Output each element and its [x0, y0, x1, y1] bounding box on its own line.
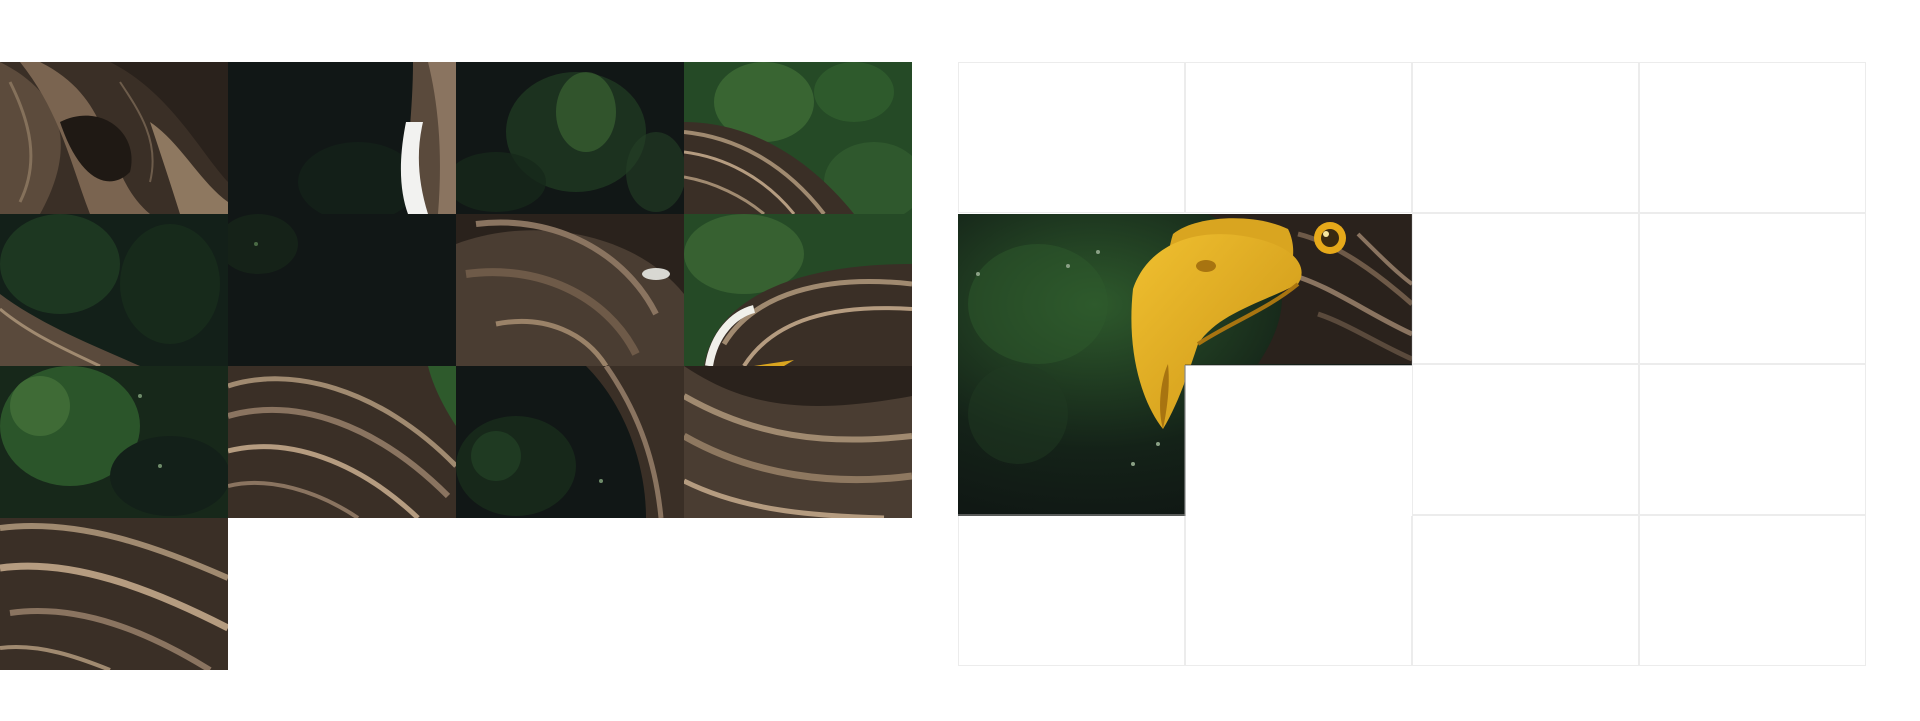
puzzle-piece-image	[456, 366, 684, 518]
puzzle-piece[interactable]	[228, 366, 456, 518]
board-slot[interactable]	[1412, 213, 1639, 364]
board-slot[interactable]	[1185, 515, 1412, 666]
puzzle-piece-image	[0, 62, 228, 214]
puzzle-piece-image	[684, 62, 912, 214]
jigsaw-puzzle-app	[0, 0, 1920, 721]
puzzle-piece[interactable]	[228, 214, 456, 366]
puzzle-piece[interactable]	[0, 518, 228, 670]
puzzle-piece-image	[0, 214, 228, 366]
puzzle-piece[interactable]	[456, 366, 684, 518]
board-slot[interactable]	[1639, 515, 1866, 666]
puzzle-piece[interactable]	[456, 214, 684, 366]
puzzle-piece-image	[228, 214, 456, 366]
puzzle-piece-image	[228, 62, 456, 214]
piece-tray	[0, 62, 912, 670]
puzzle-piece-image	[684, 214, 912, 366]
placed-eagle-head-pieces[interactable]	[958, 214, 1412, 516]
puzzle-piece[interactable]	[228, 62, 456, 214]
puzzle-piece-image	[228, 366, 456, 518]
puzzle-piece-image	[684, 366, 912, 518]
puzzle-piece-image	[456, 62, 684, 214]
board-slot[interactable]	[1185, 62, 1412, 213]
board-slot[interactable]	[1412, 364, 1639, 515]
puzzle-piece-image	[456, 214, 684, 366]
eagle-head-image	[958, 214, 1412, 516]
puzzle-board	[958, 62, 1866, 668]
puzzle-piece[interactable]	[684, 366, 912, 518]
puzzle-piece[interactable]	[0, 366, 228, 518]
puzzle-piece[interactable]	[684, 62, 912, 214]
puzzle-piece[interactable]	[0, 62, 228, 214]
puzzle-piece-image	[0, 518, 228, 670]
board-slot[interactable]	[1639, 364, 1866, 515]
puzzle-piece[interactable]	[684, 214, 912, 366]
board-slot[interactable]	[1412, 62, 1639, 213]
board-slot[interactable]	[1639, 213, 1866, 364]
board-slot[interactable]	[958, 62, 1185, 213]
board-slot[interactable]	[1639, 62, 1866, 213]
puzzle-piece[interactable]	[456, 62, 684, 214]
puzzle-piece[interactable]	[0, 214, 228, 366]
board-slot[interactable]	[958, 515, 1185, 666]
board-slot[interactable]	[1412, 515, 1639, 666]
puzzle-piece-image	[0, 366, 228, 518]
